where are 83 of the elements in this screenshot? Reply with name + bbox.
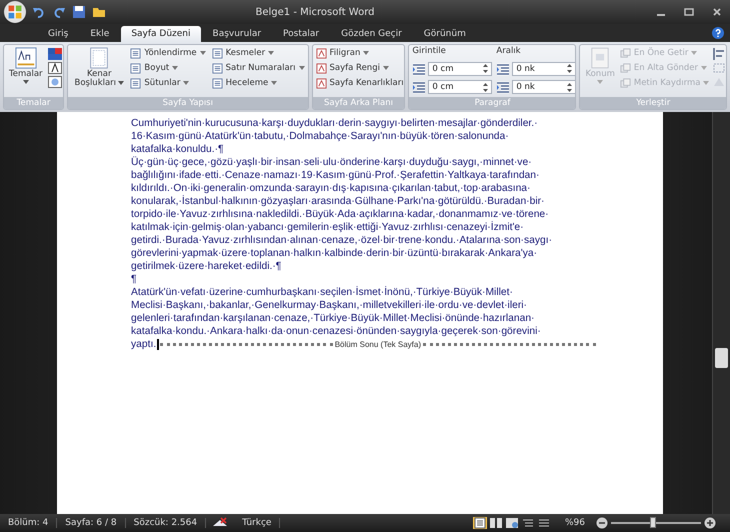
- ribbon-command[interactable]: Sayfa Rengi: [316, 61, 404, 75]
- document-paragraph: yaptı.: [131, 338, 156, 351]
- spin-field[interactable]: 0 cm: [428, 80, 492, 94]
- group-label: Sayfa Arka Planı: [312, 97, 404, 109]
- page-layout-icon: [130, 62, 142, 74]
- effects-icon[interactable]: [48, 76, 62, 88]
- ribbon-tab[interactable]: Sayfa Düzeni: [121, 26, 201, 42]
- ribbon-tab[interactable]: Görünüm: [414, 26, 476, 42]
- spin-arrows-icon: [483, 64, 488, 74]
- ribbon-command[interactable]: Satır Numaraları: [212, 61, 305, 75]
- indent-icon: [412, 62, 426, 75]
- page-icon: [89, 47, 110, 69]
- redo-icon[interactable]: [52, 5, 66, 19]
- ribbon-tab[interactable]: Postalar: [273, 26, 330, 42]
- ribbon-tab[interactable]: Ekle: [80, 26, 120, 42]
- layers-icon: [620, 62, 631, 74]
- document-paragraph: Cumhuriyeti'nin·kurucusuna·karşı·duydukları·derin·saygıyı·belirten·mesajlar·gönderdiler.· 16·Kasım·günü·Atatürk'ün·tabutu,·Dolmabahçe·Sarayı'nın·büyük·tören·salonunda· katafalka·konuldu.·¶: [131, 117, 539, 156]
- ribbon-tab[interactable]: Gözden Geçir: [331, 26, 412, 42]
- status-item: Bölüm: 4: [0, 518, 58, 528]
- ribbon-command[interactable]: Boyut: [130, 61, 206, 75]
- proofing-icon[interactable]: [212, 517, 228, 529]
- page-layout-icon: [130, 78, 142, 88]
- web-layout-icon[interactable]: [504, 517, 519, 529]
- ribbon-command[interactable]: Kesmeler: [212, 46, 305, 60]
- colors-icon[interactable]: [48, 48, 62, 60]
- page-icon: [591, 47, 610, 69]
- text-cursor: [157, 339, 159, 350]
- ribbon-command[interactable]: Yönlendirme: [130, 46, 206, 60]
- undo-icon[interactable]: [32, 5, 46, 19]
- save-icon[interactable]: [72, 5, 86, 19]
- ribbon-command[interactable]: Heceleme: [212, 76, 305, 90]
- outline-icon[interactable]: [520, 517, 535, 529]
- spin-field[interactable]: 0 cm: [428, 62, 492, 76]
- themes-button[interactable]: Temalar: [7, 46, 45, 96]
- spin-arrows-icon: [483, 82, 488, 92]
- group-label: Temalar: [4, 97, 64, 109]
- zoom-slider[interactable]: [650, 517, 656, 528]
- document-paragraph: ¶: [131, 273, 138, 286]
- window-title: Belge1 - Microsoft Word: [254, 6, 376, 18]
- layers-icon: [620, 48, 631, 58]
- spacing-icon: [496, 81, 510, 94]
- help-icon[interactable]: [712, 27, 724, 39]
- spin-arrows-icon: [567, 82, 572, 92]
- maximize-icon[interactable]: [684, 7, 694, 17]
- page-layout-icon: [130, 48, 142, 58]
- ribbon-command[interactable]: Filigran: [316, 46, 404, 60]
- close-icon[interactable]: [712, 7, 722, 17]
- print-layout-icon[interactable]: [472, 517, 487, 529]
- group-label: Yerleştir: [580, 97, 726, 109]
- ribbon-tab[interactable]: Giriş: [38, 26, 78, 42]
- page-layout-icon: [212, 78, 223, 88]
- align-icon[interactable]: [712, 48, 726, 60]
- spin-arrows-icon: [567, 64, 572, 74]
- vertical-scrollbar[interactable]: [712, 112, 730, 514]
- status-item: Sayfa: 6 / 8: [57, 518, 126, 528]
- group-label: Paragraf: [409, 97, 576, 109]
- zoom-level[interactable]: %96: [556, 518, 593, 528]
- draft-icon[interactable]: [536, 517, 551, 529]
- office-button[interactable]: [4, 1, 26, 23]
- zoom-out-icon[interactable]: [596, 517, 608, 529]
- ribbon-tab[interactable]: Başvurular: [202, 26, 272, 42]
- folder-icon[interactable]: [92, 5, 106, 19]
- indent-label: Girintile: [412, 46, 447, 58]
- margins-button[interactable]: Kenar Boşlukları: [71, 46, 128, 96]
- section-break: Bölüm Sonu (Tek Sayfa): [334, 339, 422, 351]
- layers-icon: [620, 78, 631, 88]
- ribbon-command[interactable]: Sayfa Kenarlıkları: [316, 76, 404, 90]
- ribbon-command[interactable]: Sütunlar: [130, 76, 206, 90]
- themes-icon: [14, 47, 37, 69]
- document-paragraph: Üç·gün·üç·gece,·gözü·yaşlı·bir·insan·seli·ulu·önderine·karşı·duyduğu·saygı,·minnet·ve· bağlılığını·ifade·etti.·Cenaze·namazı·19·Kasım·günü·Prof.·Şerafettin·Yaltkaya·tarafından· kıldırıldı.·On·iki·generalin·omzunda·sarayın·dış·kapısına·çıkarılan·tabut,·top·arabasına· konularak,·İstanbul·halkının·gözyaşları·arasında·Gülhane·Parkı'na·götürüldü.·Buradan·bir· torpido·ile·Yavuz·zırhlısına·nakledildi.·Büyük·Ada·açıklarına·kadar,·donanmamız·ve·törene· katılmak·için·gelmiş·olan·yabancı·gemilerin·eşlik·ettiği·Yavuz·zırhlısı·cenazeyi·İzmit'e· getirdi.·Burada·Yavuz·zırhlısından·alınan·cenaze,·özel·bir·trene·kondu.·Atalarına·son·saygı· görevlerini·yapmak·üzere·toplanan·halkın·kalbinde·derin·bir·üzüntü·bırakarak·Ankara'ya· getirilmek·üzere·hareket·edildi.·¶: [131, 156, 554, 273]
- zoom-in-icon[interactable]: [704, 517, 716, 529]
- page-layout-icon: [212, 62, 223, 74]
- reading-layout-icon[interactable]: [488, 517, 503, 529]
- office-logo-icon: [7, 4, 23, 20]
- status-item: Sözcük: 2.564: [126, 518, 206, 528]
- spin-field[interactable]: 0 nk: [512, 80, 576, 94]
- page-layout-icon: [212, 48, 223, 58]
- group-label: Sayfa Yapısı: [68, 97, 308, 109]
- spin-field[interactable]: 0 nk: [512, 62, 576, 76]
- language-status[interactable]: Türkçe: [234, 518, 280, 528]
- spacing-label: Aralık: [496, 46, 522, 58]
- indent-icon: [412, 81, 426, 94]
- spacing-icon: [496, 62, 510, 75]
